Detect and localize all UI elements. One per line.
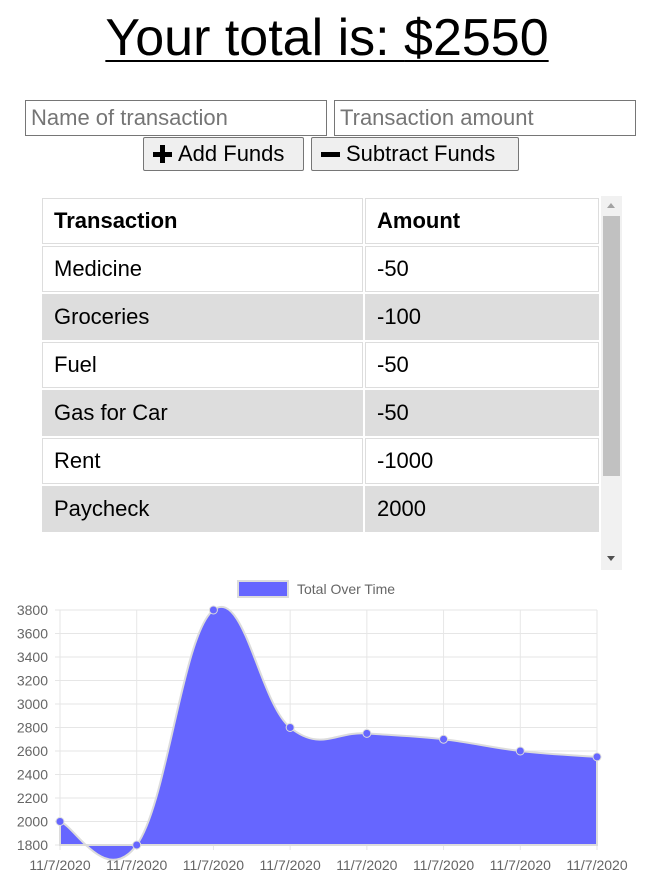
y-tick-label: 2400 bbox=[17, 767, 48, 783]
chart-legend[interactable]: Total Over Time bbox=[237, 580, 395, 598]
transaction-amount: -50 bbox=[365, 342, 599, 388]
data-point[interactable] bbox=[132, 840, 142, 850]
data-point[interactable] bbox=[439, 734, 449, 744]
table-header-row: Transaction Amount bbox=[42, 198, 599, 244]
transaction-amount: -50 bbox=[365, 246, 599, 292]
add-funds-button[interactable]: Add Funds bbox=[143, 137, 304, 171]
data-point[interactable] bbox=[592, 752, 602, 762]
y-tick-label: 3600 bbox=[17, 626, 48, 642]
total-value: $2550 bbox=[404, 9, 549, 67]
transaction-name: Groceries bbox=[42, 294, 363, 340]
total-over-time-chart: 1800 2000 2200 2400 2600 2800 3000 3200 3400 3600… bbox=[17, 580, 628, 873]
y-tick-label: 2800 bbox=[17, 720, 48, 736]
x-tick-label: 11/7/2020 bbox=[29, 857, 90, 873]
transactions-table: Transaction Amount Medicine -50 Grocerie… bbox=[40, 196, 601, 534]
x-tick-label: 11/7/2020 bbox=[413, 857, 474, 873]
scroll-down-arrow-icon[interactable] bbox=[607, 556, 615, 561]
legend-label: Total Over Time bbox=[297, 581, 395, 597]
x-tick-label: 11/7/2020 bbox=[183, 857, 244, 873]
subtract-funds-button[interactable]: Subtract Funds bbox=[311, 137, 519, 171]
y-tick-label: 2000 bbox=[17, 814, 48, 830]
transaction-amount: -1000 bbox=[365, 438, 599, 484]
table-row: Medicine -50 bbox=[42, 246, 599, 292]
transaction-name: Gas for Car bbox=[42, 390, 363, 436]
transactions-table-container: Transaction Amount Medicine -50 Grocerie… bbox=[40, 196, 622, 570]
y-tick-label: 1800 bbox=[17, 837, 48, 853]
data-point[interactable] bbox=[55, 817, 65, 826]
table-row: Rent -1000 bbox=[42, 438, 599, 484]
subtract-funds-label: Subtract Funds bbox=[346, 141, 496, 166]
transaction-amount: -100 bbox=[365, 294, 599, 340]
add-funds-label: Add Funds bbox=[178, 141, 285, 166]
scroll-up-arrow-icon[interactable] bbox=[607, 203, 615, 208]
x-tick-label: 11/7/2020 bbox=[336, 857, 397, 873]
legend-swatch bbox=[237, 580, 289, 598]
transaction-amount: 2000 bbox=[365, 486, 599, 532]
x-tick-label: 11/7/2020 bbox=[260, 857, 321, 873]
table-row: Gas for Car -50 bbox=[42, 390, 599, 436]
y-tick-label: 2600 bbox=[17, 743, 48, 759]
transaction-name: Fuel bbox=[42, 342, 363, 388]
transaction-name: Paycheck bbox=[42, 486, 363, 532]
y-tick-label: 3400 bbox=[17, 649, 48, 665]
transaction-name-input[interactable] bbox=[25, 100, 327, 136]
data-point[interactable] bbox=[362, 728, 372, 738]
data-point[interactable] bbox=[285, 723, 295, 732]
table-row: Fuel -50 bbox=[42, 342, 599, 388]
column-header-transaction: Transaction bbox=[42, 198, 363, 244]
table-row: Paycheck 2000 bbox=[42, 486, 599, 532]
minus-icon bbox=[320, 144, 340, 164]
data-point[interactable] bbox=[515, 746, 525, 756]
y-tick-label: 3200 bbox=[17, 673, 48, 689]
scrollbar-thumb[interactable] bbox=[603, 216, 620, 476]
total-prefix: Your total is: bbox=[105, 9, 405, 67]
transaction-amount: -50 bbox=[365, 390, 599, 436]
x-tick-label: 11/7/2020 bbox=[566, 857, 627, 873]
y-tick-label: 2200 bbox=[17, 790, 48, 806]
transaction-name: Medicine bbox=[42, 246, 363, 292]
transaction-name: Rent bbox=[42, 438, 363, 484]
x-tick-label: 11/7/2020 bbox=[490, 857, 551, 873]
table-row: Groceries -100 bbox=[42, 294, 599, 340]
total-heading: Your total is: $2550 bbox=[0, 6, 654, 70]
data-point[interactable] bbox=[208, 605, 218, 615]
transaction-amount-input[interactable] bbox=[334, 100, 636, 136]
y-tick-label: 3000 bbox=[17, 696, 48, 712]
table-scrollbar[interactable] bbox=[601, 196, 622, 570]
column-header-amount: Amount bbox=[365, 198, 599, 244]
plus-icon bbox=[152, 144, 172, 164]
x-tick-label: 11/7/2020 bbox=[106, 857, 167, 873]
y-tick-label: 3800 bbox=[17, 602, 48, 618]
